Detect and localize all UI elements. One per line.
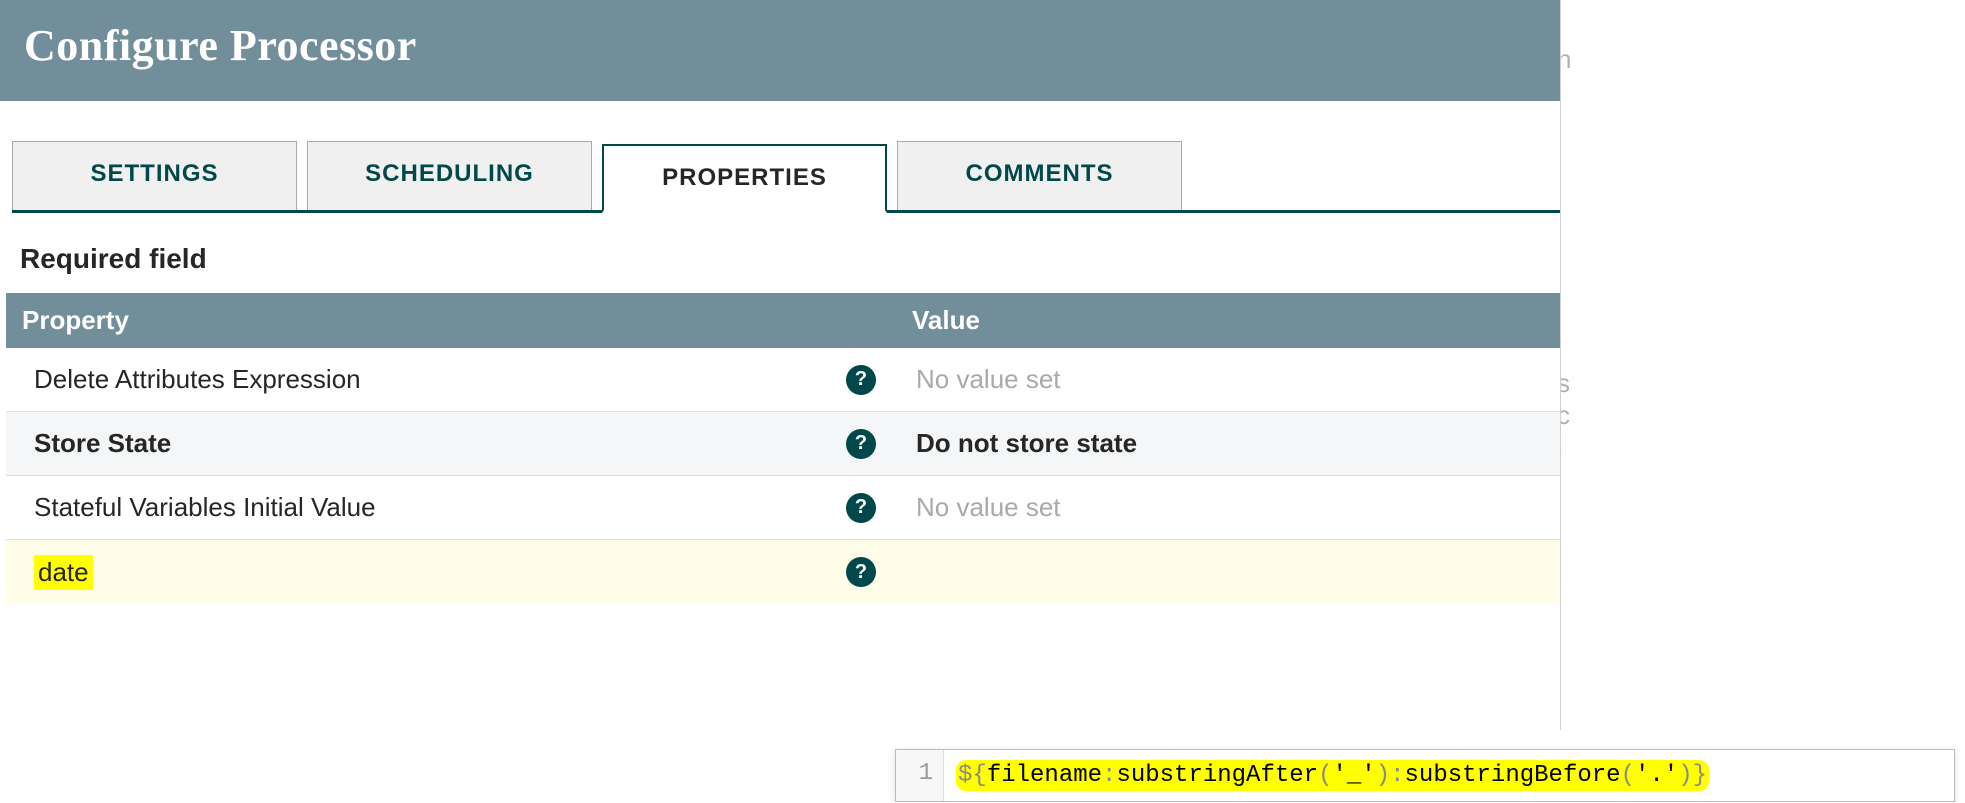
help-icon[interactable]: ? — [846, 557, 876, 587]
expression-code[interactable]: ${filename:substringAfter('_'):substring… — [944, 750, 1954, 801]
help-icon[interactable]: ? — [846, 493, 876, 523]
bg-text: n — [1560, 44, 1571, 75]
tab-settings[interactable]: SETTINGS — [12, 141, 297, 210]
help-icon[interactable]: ? — [846, 365, 876, 395]
tab-properties[interactable]: PROPERTIES — [602, 144, 887, 213]
property-name: Stateful Variables Initial Value — [34, 492, 376, 523]
bg-text: s — [1560, 368, 1570, 399]
tab-scheduling[interactable]: SCHEDULING — [307, 141, 592, 210]
bg-text: i — [1560, 432, 1563, 463]
property-name: Delete Attributes Expression — [34, 364, 361, 395]
bg-text: c — [1560, 400, 1570, 431]
editor-line: 1 ${filename:substringAfter('_'):substri… — [896, 750, 1954, 801]
property-name: Store State — [34, 428, 171, 459]
expression-editor-popup[interactable]: 1 ${filename:substringAfter('_'):substri… — [895, 749, 1955, 802]
background-page-fragment: n s c i — [1560, 0, 1965, 730]
col-property: Property — [6, 293, 896, 348]
property-name: date — [34, 555, 93, 590]
line-number: 1 — [896, 750, 944, 801]
tab-comments[interactable]: COMMENTS — [897, 141, 1182, 210]
help-icon[interactable]: ? — [846, 429, 876, 459]
